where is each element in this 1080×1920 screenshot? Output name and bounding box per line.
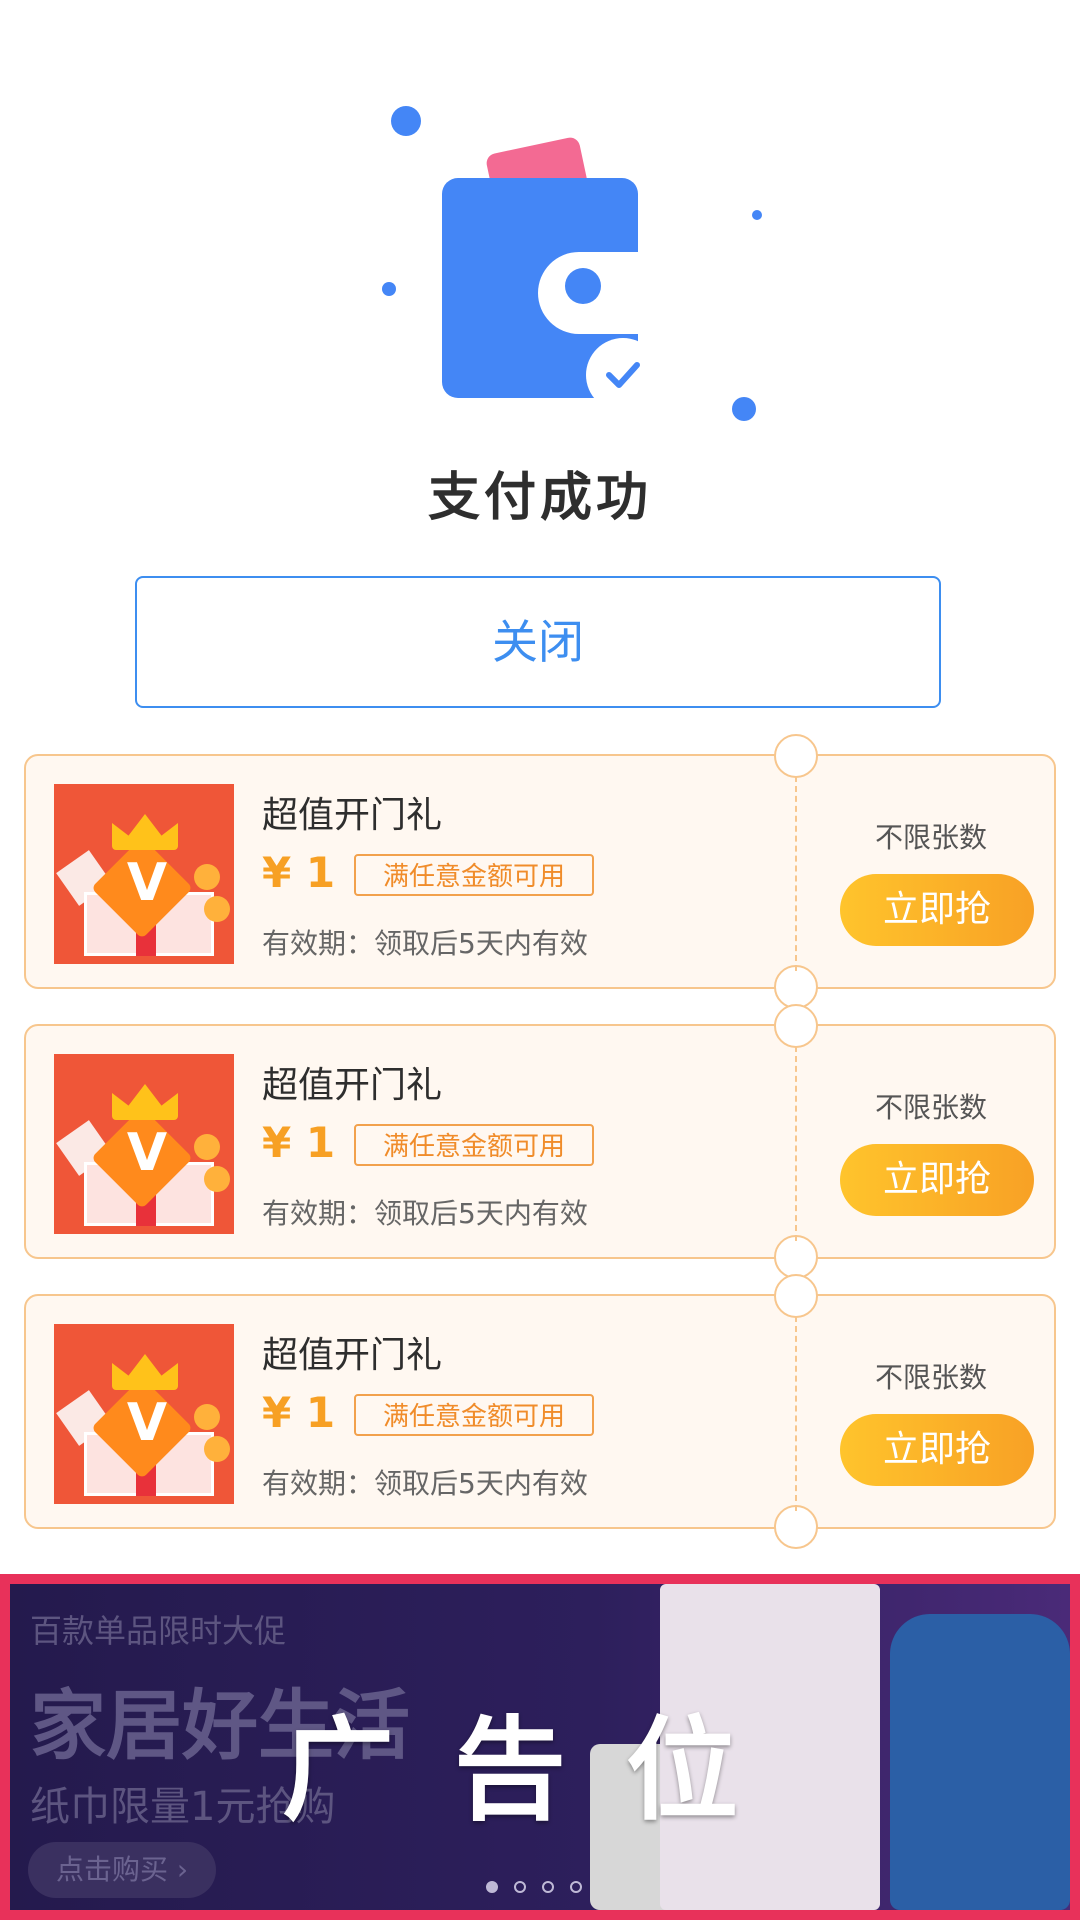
ticket-notch	[774, 1274, 818, 1318]
coupon-condition: 满任意金额可用	[354, 854, 594, 896]
carousel-dot[interactable]	[542, 1881, 554, 1893]
ticket-notch	[774, 1004, 818, 1048]
dashed-divider	[795, 1316, 797, 1511]
page-title: 支付成功	[427, 468, 652, 528]
crown-icon	[112, 1084, 178, 1120]
grab-coupon-button[interactable]: 立即抢	[840, 1144, 1034, 1216]
decor-dot	[732, 397, 756, 421]
ticket-notch	[774, 1505, 818, 1549]
coupon-card: V 超值开门礼 ¥ 1 满任意金额可用 有效期：领取后5天内有效 不限张数 立即…	[24, 734, 1056, 1009]
ticket-notch	[774, 734, 818, 778]
gift-icon: V	[54, 784, 234, 964]
carousel-dot[interactable]	[514, 1881, 526, 1893]
crown-icon	[112, 814, 178, 850]
coupon-card: V 超值开门礼 ¥ 1 满任意金额可用 有效期：领取后5天内有效 不限张数 立即…	[24, 1274, 1056, 1549]
coupon-validity: 有效期：领取后5天内有效	[262, 1467, 588, 1500]
ticket-notch	[774, 1235, 818, 1279]
v-logo: V	[126, 853, 168, 913]
dashed-divider	[795, 1046, 797, 1241]
coupon-limit: 不限张数	[874, 821, 987, 854]
coupon-price: ¥ 1	[262, 1118, 336, 1167]
check-icon	[586, 338, 660, 412]
carousel-indicator	[486, 1878, 598, 1897]
carousel-dot[interactable]	[570, 1881, 582, 1893]
gift-icon: V	[54, 1054, 234, 1234]
coupon-validity: 有效期：领取后5天内有效	[262, 927, 588, 960]
coin-icon	[194, 864, 220, 890]
coupon-validity: 有效期：领取后5天内有效	[262, 1197, 588, 1230]
coupon-title: 超值开门礼	[262, 1065, 443, 1106]
coupon-price: ¥ 1	[262, 848, 336, 897]
coupon-price: ¥ 1	[262, 1388, 336, 1437]
crown-icon	[112, 1354, 178, 1390]
coin-icon	[204, 1166, 230, 1192]
decor-dot	[752, 210, 762, 220]
dashed-divider	[795, 776, 797, 971]
grab-coupon-button[interactable]: 立即抢	[840, 1414, 1034, 1486]
ad-banner[interactable]: 百款单品限时大促 家居好生活 纸巾限量1元抢购 点击购买 › 广告位	[0, 1574, 1080, 1920]
carousel-dot[interactable]	[486, 1881, 498, 1893]
v-logo: V	[126, 1393, 168, 1453]
ad-placeholder-label: 广告位	[282, 1706, 798, 1836]
close-button[interactable]: 关闭	[135, 576, 941, 708]
decor-dot	[391, 106, 421, 136]
ad-image[interactable]: 百款单品限时大促 家居好生活 纸巾限量1元抢购 点击购买 › 广告位	[10, 1584, 1070, 1910]
coin-icon	[194, 1134, 220, 1160]
coin-icon	[204, 1436, 230, 1462]
payment-success-hero: 支付成功	[0, 0, 1080, 560]
v-logo: V	[126, 1123, 168, 1183]
ad-buy-button[interactable]: 点击购买 ›	[28, 1842, 216, 1898]
decor-dot	[382, 282, 396, 296]
ad-subheading: 百款单品限时大促	[30, 1612, 287, 1650]
coin-icon	[194, 1404, 220, 1430]
wallet-clasp-dot	[565, 268, 601, 304]
coupon-title: 超值开门礼	[262, 1335, 443, 1376]
coupon-condition: 满任意金额可用	[354, 1394, 594, 1436]
coupon-limit: 不限张数	[874, 1361, 987, 1394]
ticket-notch	[774, 965, 818, 1009]
coupon-limit: 不限张数	[874, 1091, 987, 1124]
coupon-title: 超值开门礼	[262, 795, 443, 836]
coupon-card: V 超值开门礼 ¥ 1 满任意金额可用 有效期：领取后5天内有效 不限张数 立即…	[24, 1004, 1056, 1279]
gift-icon: V	[54, 1324, 234, 1504]
grab-coupon-button[interactable]: 立即抢	[840, 874, 1034, 946]
coupon-condition: 满任意金额可用	[354, 1124, 594, 1166]
coin-icon	[204, 896, 230, 922]
